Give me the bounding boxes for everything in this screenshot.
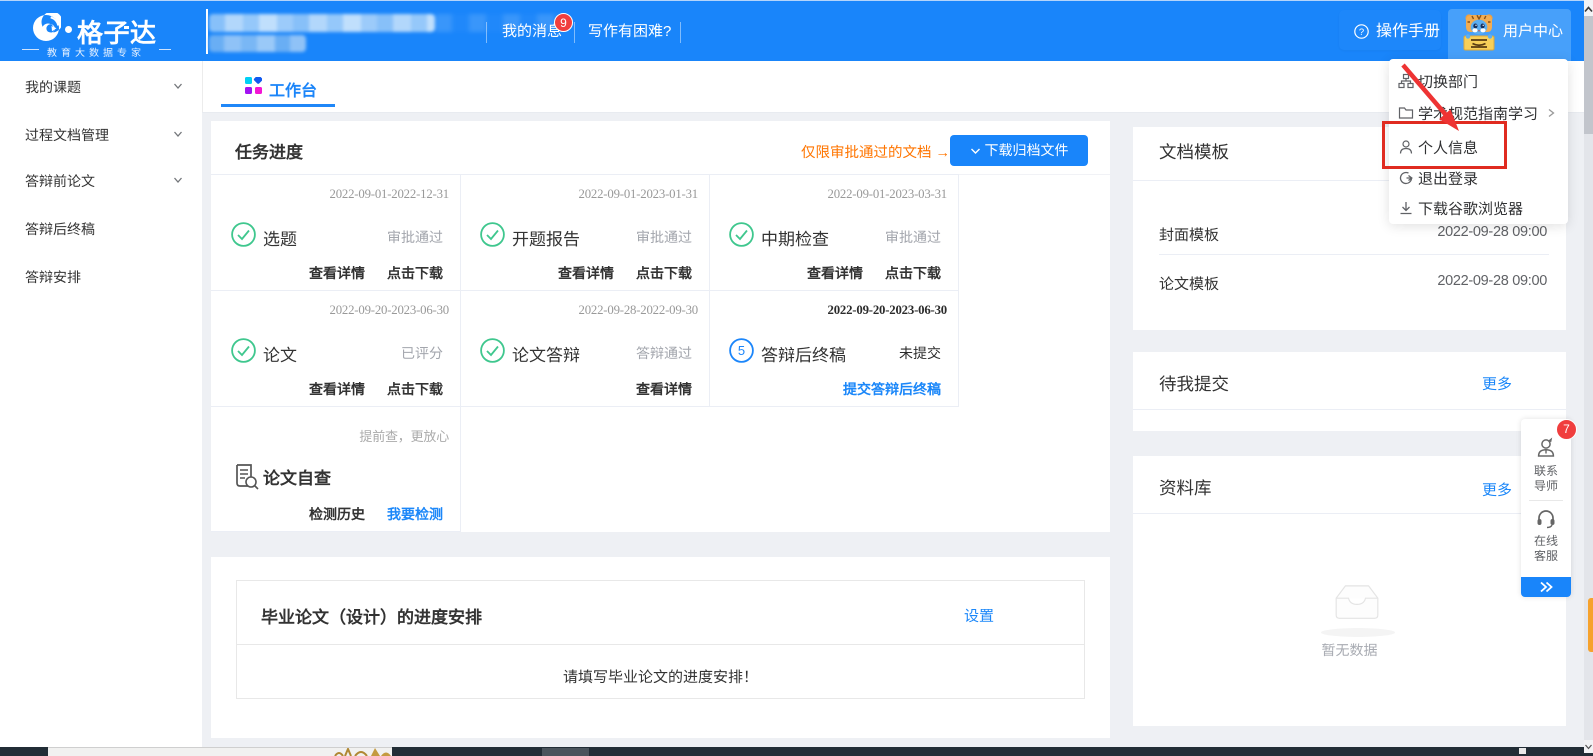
- svg-text:?: ?: [1359, 27, 1364, 38]
- svg-text:5: 5: [738, 343, 745, 358]
